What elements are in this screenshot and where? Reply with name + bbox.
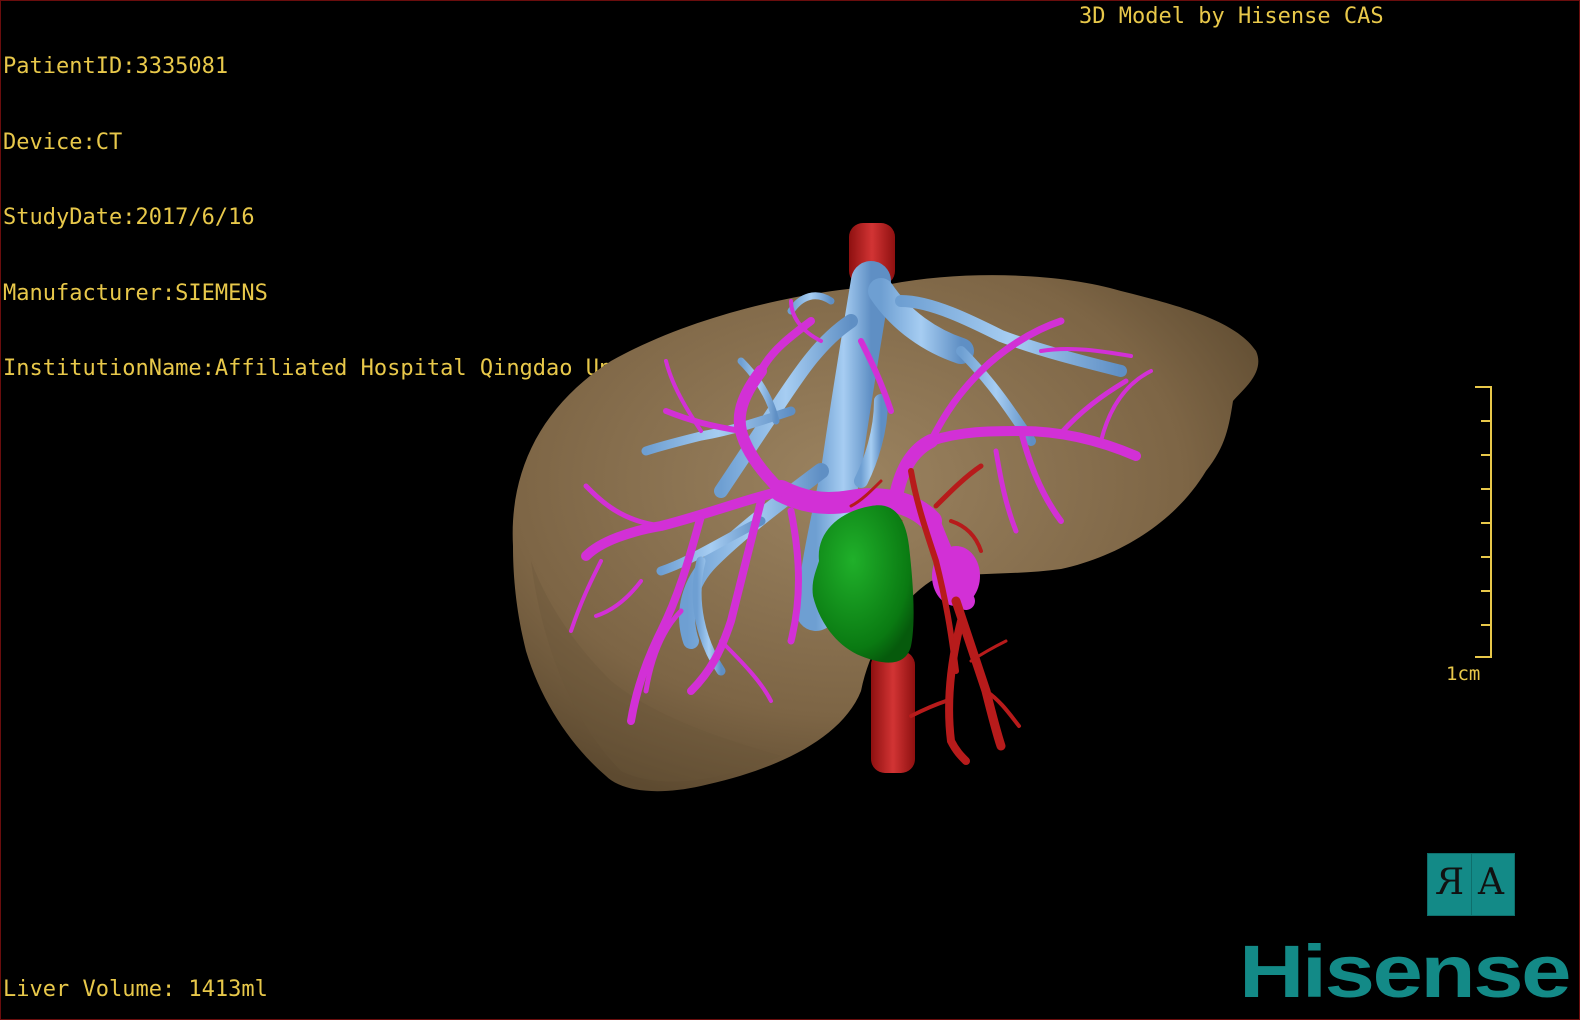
hisense-logo: Hisense (1239, 933, 1571, 1008)
liver-3d-model[interactable] (1, 1, 1580, 1020)
hisense-logo-text: Hisense (1239, 933, 1569, 1008)
scale-unit-label: 1cm (1446, 663, 1481, 685)
scale-bar (1475, 386, 1492, 658)
orientation-right-glyph: A (1478, 862, 1504, 903)
aorta-lower-segment (871, 651, 915, 773)
orientation-left-glyph: R (1437, 862, 1465, 903)
orientation-toggle-button[interactable]: R A (1427, 853, 1515, 916)
liver-volume-label: Liver Volume: 1413ml (3, 977, 268, 1002)
3d-viewport[interactable]: PatientID:3335081 Device:CT StudyDate:20… (0, 0, 1580, 1020)
orientation-divider (1471, 853, 1472, 916)
